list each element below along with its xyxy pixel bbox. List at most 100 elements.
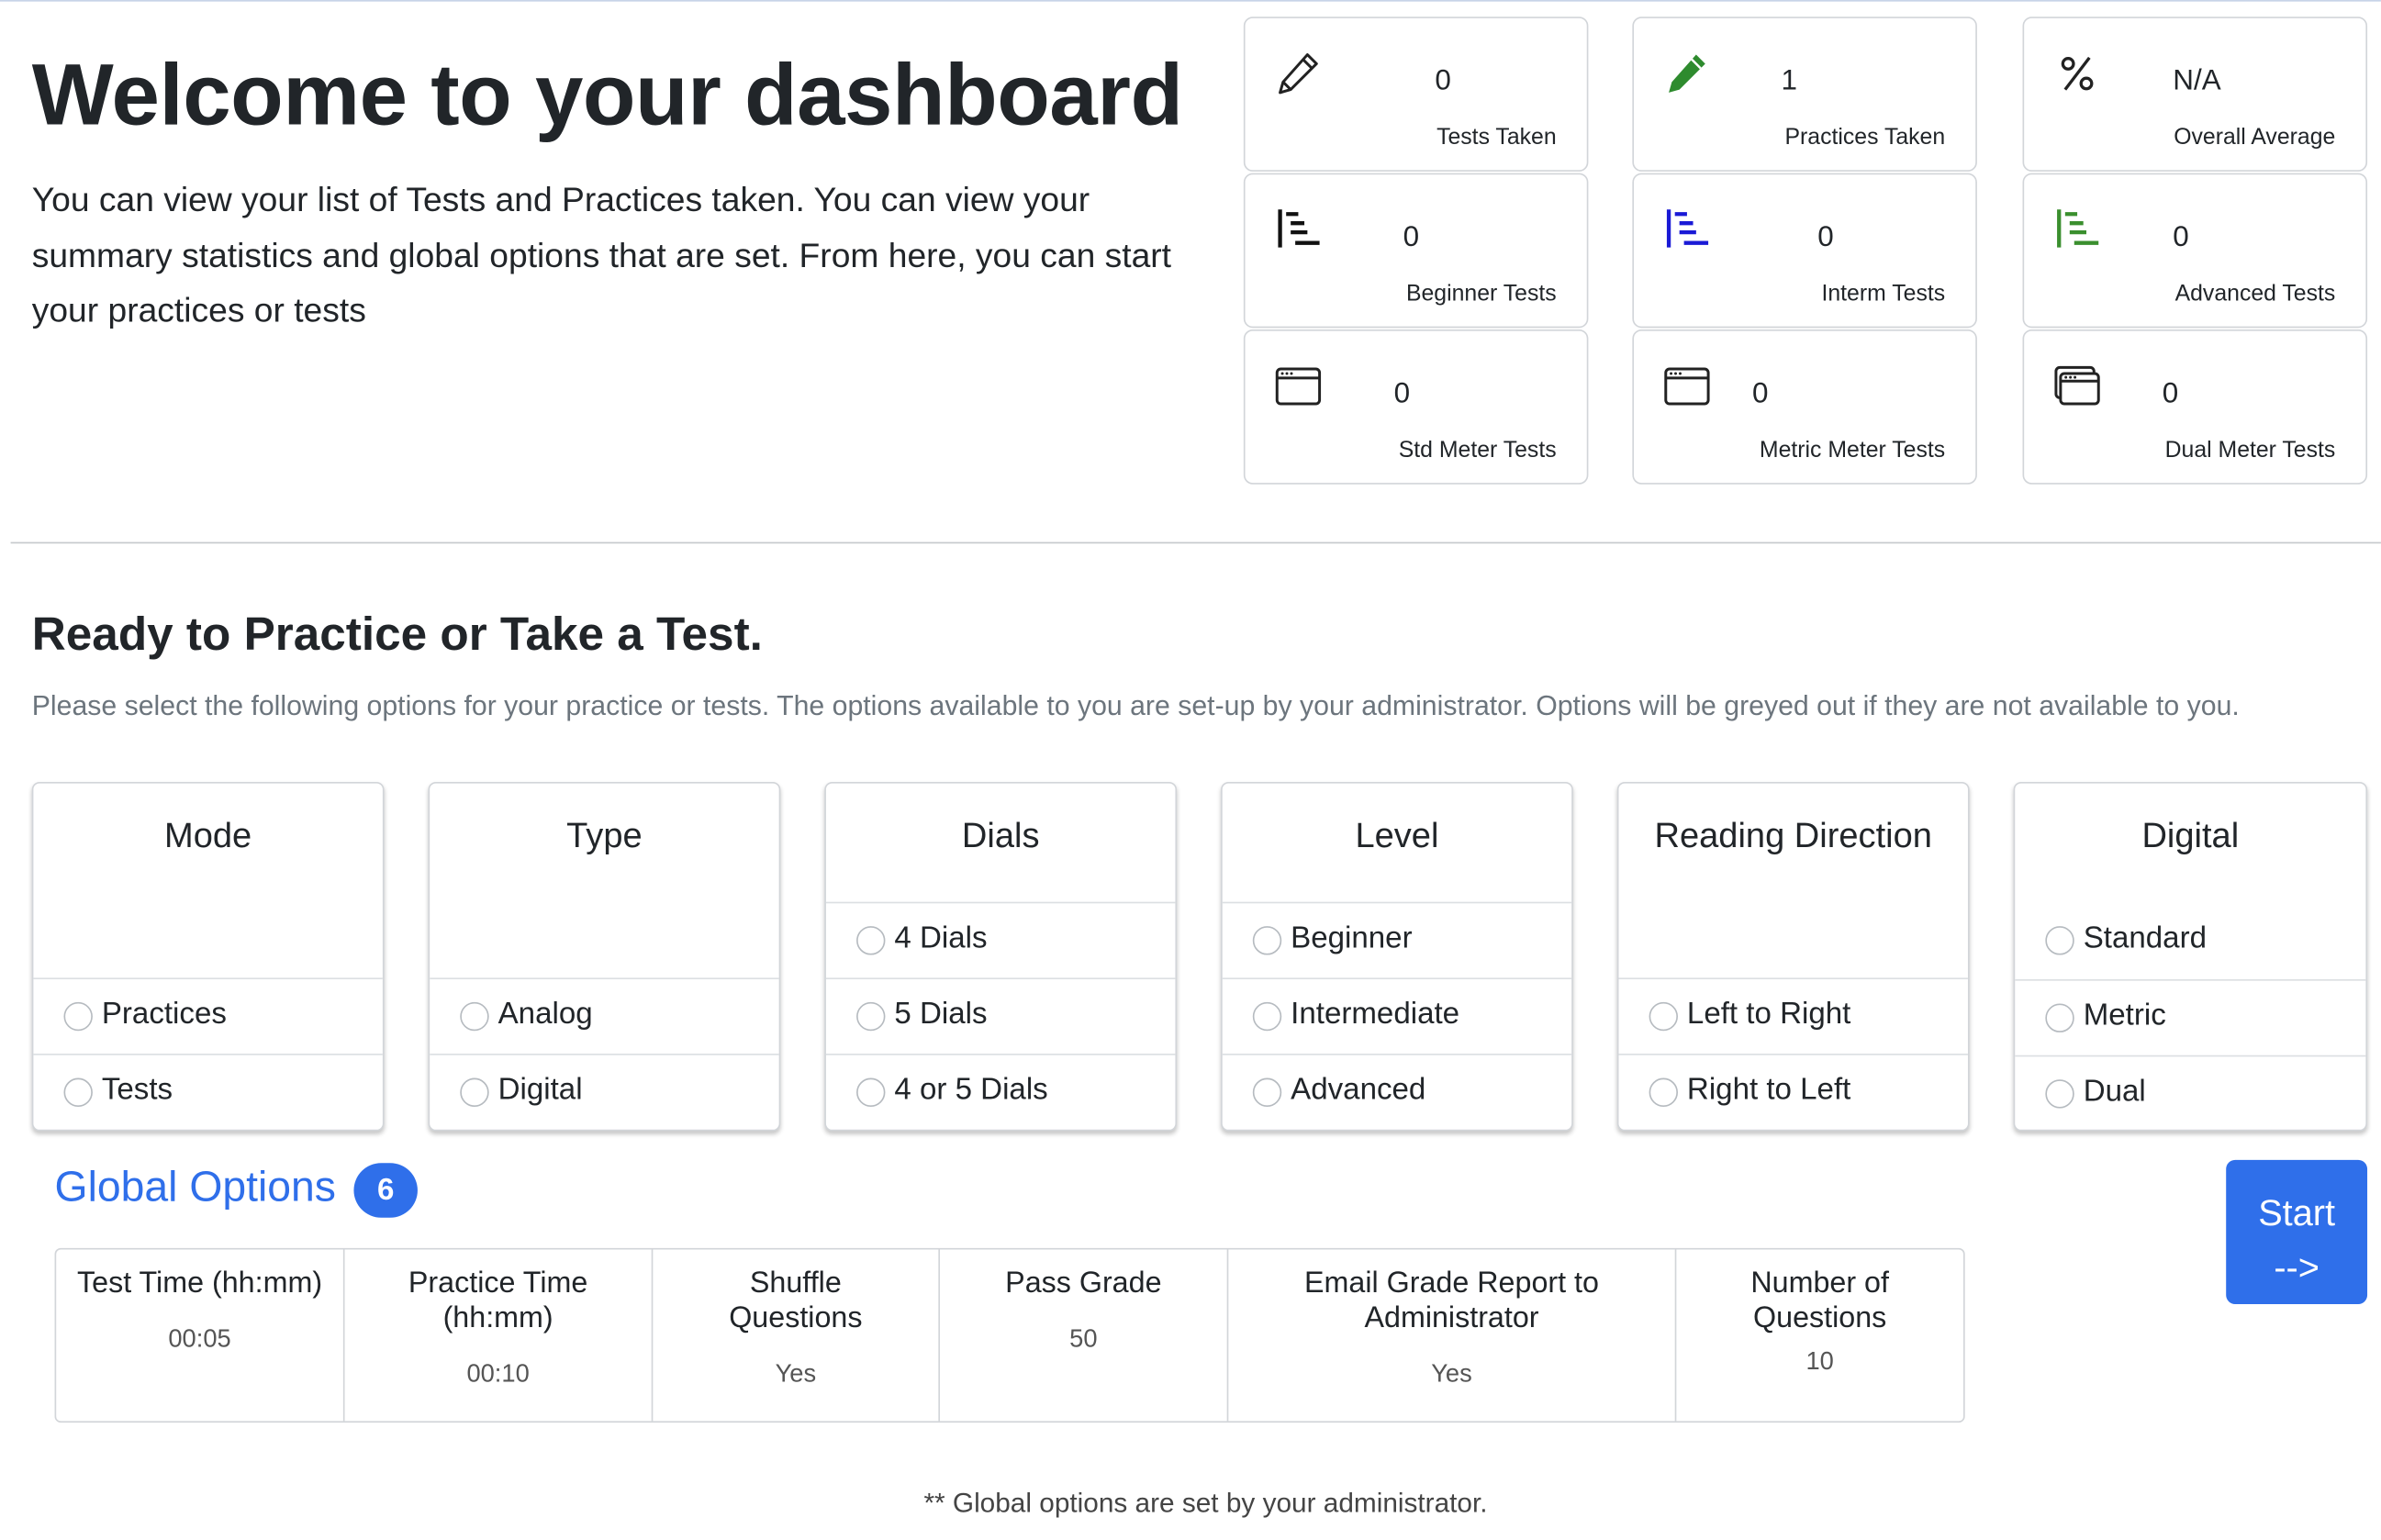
window-icon <box>1664 367 1710 406</box>
top-border <box>0 0 2381 2</box>
stat-value: 1 <box>1781 65 1797 97</box>
pencil-fill-icon <box>1669 54 1705 93</box>
option-practices[interactable]: Practices <box>33 977 383 1054</box>
pencil-icon <box>1279 53 1318 95</box>
card-title: Digital <box>2141 815 2240 855</box>
stat-label: Advanced Tests <box>2174 281 2336 307</box>
option-label: 5 Dials <box>894 997 988 1032</box>
global-options-count-badge: 6 <box>353 1163 418 1218</box>
option-standard[interactable]: Standard <box>2015 903 2365 979</box>
radio-button[interactable] <box>63 1001 93 1032</box>
global-option-practice-time: Practice Time (hh:mm) 00:10 <box>342 1249 652 1422</box>
global-options-table: Test Time (hh:mm) 00:05 Practice Time (h… <box>54 1247 1965 1423</box>
global-options-footnote: ** Global options are set by your admini… <box>923 1488 1488 1519</box>
global-option-header: Shuffle Questions <box>729 1266 863 1335</box>
option-advanced[interactable]: Advanced <box>1222 1054 1572 1130</box>
option-digital[interactable]: Digital <box>430 1054 779 1130</box>
global-option-header: Practice Time (hh:mm) <box>408 1266 588 1335</box>
global-option-header: Email Grade Report to Administrator <box>1304 1266 1599 1335</box>
radio-button[interactable] <box>2045 1003 2074 1032</box>
option-label: Tests <box>101 1073 173 1107</box>
option-tests[interactable]: Tests <box>33 1054 383 1130</box>
global-option-header: Test Time (hh:mm) <box>77 1266 323 1300</box>
stat-value: 0 <box>2173 221 2189 254</box>
radio-button[interactable] <box>1649 1077 1679 1107</box>
stat-card-metric-meter-tests: 0 Metric Meter Tests <box>1632 329 1977 485</box>
radio-button[interactable] <box>460 1001 489 1032</box>
stat-card-tests-taken: 0 Tests Taken <box>1243 17 1589 172</box>
start-button[interactable]: Start --> <box>2226 1159 2368 1305</box>
option-4-or-5-dials[interactable]: 4 or 5 Dials <box>825 1054 1176 1130</box>
card-title: Level <box>1355 815 1439 855</box>
hero-section: Welcome to your dashboard You can view y… <box>32 51 1186 339</box>
dials-card: Dials 4 Dials 5 Dials 4 or 5 Dials <box>824 781 1178 1132</box>
option-label: Digital <box>497 1073 583 1107</box>
option-label: Practices <box>101 997 227 1032</box>
stat-label: Std Meter Tests <box>1398 437 1557 463</box>
card-title: Dials <box>961 815 1040 855</box>
stat-value: N/A <box>2173 65 2221 97</box>
option-label: Advanced <box>1291 1073 1426 1107</box>
radio-button[interactable] <box>856 1077 886 1107</box>
option-metric[interactable]: Metric <box>2015 979 2366 1055</box>
option-label: Metric <box>2083 999 2166 1032</box>
option-label: Intermediate <box>1291 997 1460 1032</box>
option-intermediate[interactable]: Intermediate <box>1222 977 1572 1054</box>
radio-button[interactable] <box>460 1077 489 1107</box>
stat-card-advanced-tests: 0 Advanced Tests <box>2022 173 2368 329</box>
option-right-to-left[interactable]: Right to Left <box>1618 1054 1968 1130</box>
radio-button[interactable] <box>856 1001 886 1032</box>
stat-value: 0 <box>2162 377 2179 410</box>
stat-label: Interm Tests <box>1821 281 1946 307</box>
global-option-value: 00:10 <box>466 1360 530 1389</box>
radio-button[interactable] <box>1252 1077 1282 1107</box>
section-divider <box>10 541 2381 544</box>
practice-section-description: Please select the following options for … <box>31 689 2240 721</box>
global-option-header: Pass Grade <box>1005 1266 1162 1300</box>
option-4-dials[interactable]: 4 Dials <box>825 901 1176 978</box>
option-label: Beginner <box>1291 921 1413 955</box>
option-analog[interactable]: Analog <box>430 977 779 1054</box>
global-options-title: Global Options <box>54 1163 336 1211</box>
option-label: 4 Dials <box>894 921 988 955</box>
page-title: Welcome to your dashboard <box>31 47 1183 145</box>
radio-button[interactable] <box>2045 926 2074 955</box>
stat-value: 0 <box>1403 221 1420 254</box>
stat-card-practices-taken: 1 Practices Taken <box>1632 17 1977 172</box>
radio-button[interactable] <box>1649 1001 1679 1032</box>
list-indent-icon <box>1278 209 1320 248</box>
radio-button[interactable] <box>856 926 886 955</box>
stat-value: 0 <box>1393 377 1411 410</box>
radio-button[interactable] <box>2045 1079 2074 1109</box>
practice-section-title: Ready to Practice or Take a Test. <box>31 607 763 661</box>
stat-card-dual-meter-tests: 0 Dual Meter Tests <box>2022 329 2368 485</box>
global-option-pass-grade: Pass Grade 50 <box>938 1249 1226 1422</box>
option-left-to-right[interactable]: Left to Right <box>1618 977 1968 1054</box>
option-5-dials[interactable]: 5 Dials <box>825 977 1176 1054</box>
stat-card-beginner-tests: 0 Beginner Tests <box>1243 173 1589 329</box>
radio-button[interactable] <box>1252 926 1282 955</box>
reading-direction-card: Reading Direction Left to Right Right to… <box>1616 781 1970 1132</box>
card-title: Reading Direction <box>1654 815 1932 855</box>
list-indent-icon <box>1666 209 1709 248</box>
global-option-value: Yes <box>775 1360 817 1389</box>
digital-card: Digital Standard Metric Dual <box>2013 781 2368 1132</box>
global-option-test-time: Test Time (hh:mm) 00:05 <box>56 1249 343 1421</box>
option-label: 4 or 5 Dials <box>894 1073 1048 1107</box>
option-dual[interactable]: Dual <box>2015 1055 2366 1130</box>
stat-label: Practices Taken <box>1784 124 1946 151</box>
stat-label: Tests Taken <box>1436 124 1557 151</box>
card-title: Type <box>566 815 643 855</box>
stat-card-std-meter-tests: 0 Std Meter Tests <box>1243 329 1589 485</box>
radio-button[interactable] <box>1252 1001 1282 1032</box>
global-option-value: 50 <box>1069 1325 1098 1353</box>
stat-label: Beginner Tests <box>1405 281 1557 307</box>
window-icon <box>1275 367 1322 406</box>
option-label: Dual <box>2083 1075 2146 1109</box>
option-beginner[interactable]: Beginner <box>1222 901 1572 978</box>
window-stack-icon <box>2054 365 2100 406</box>
global-option-number-of-questions: Number of Questions 10 <box>1674 1249 1963 1422</box>
stat-label: Overall Average <box>2174 124 2336 151</box>
list-indent-icon <box>2057 209 2099 248</box>
radio-button[interactable] <box>63 1077 93 1107</box>
